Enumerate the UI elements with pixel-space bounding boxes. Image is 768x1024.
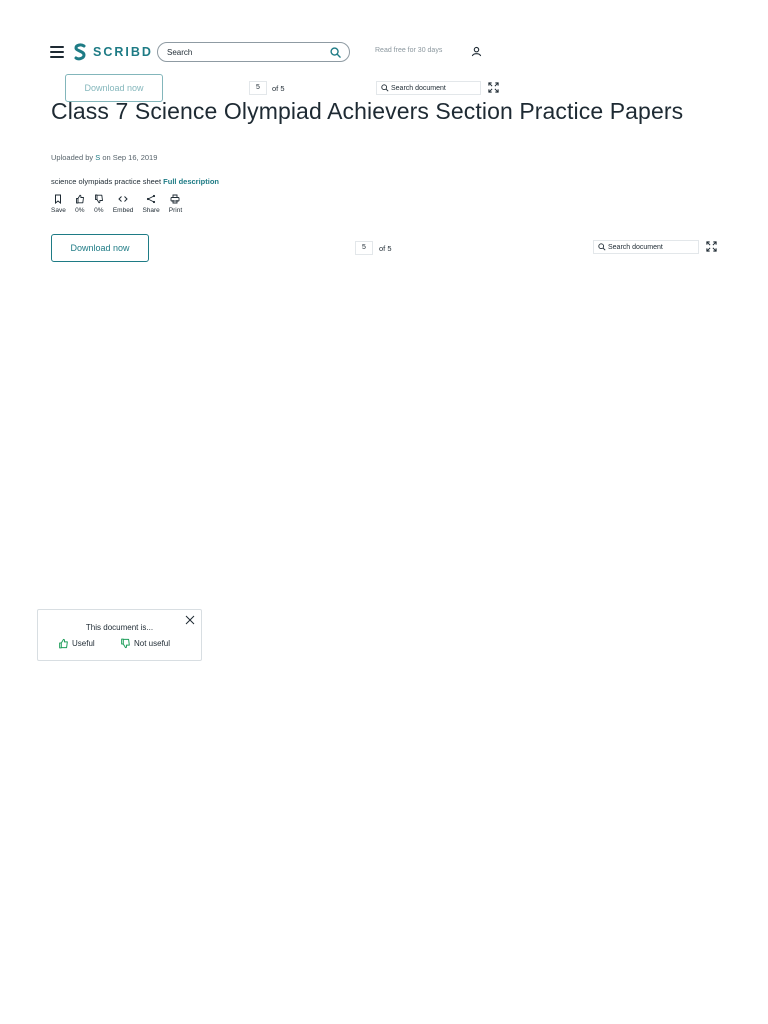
search-document-sticky[interactable]: Search document — [376, 81, 481, 95]
search-document-label: Search document — [608, 243, 663, 251]
document-actions: Save 0% 0% Embed Share Print — [51, 194, 191, 214]
search-icon — [598, 243, 606, 251]
document-description: science olympiads practice sheet Full de… — [51, 177, 219, 186]
search-input[interactable] — [158, 47, 327, 57]
site-search[interactable] — [157, 42, 350, 62]
brand-name: SCRIBD — [93, 45, 153, 59]
search-icon — [381, 84, 389, 92]
thumbs-up-icon — [59, 638, 68, 649]
page-number-input[interactable]: 5 — [355, 241, 373, 255]
save-label: Save — [51, 207, 66, 214]
user-icon[interactable] — [471, 46, 482, 57]
useful-label: Useful — [72, 639, 95, 648]
thumbs-down-icon — [121, 638, 130, 649]
scribd-logo-icon — [74, 43, 86, 61]
uploader-link[interactable]: S — [95, 153, 100, 162]
page-total: of 5 — [379, 244, 392, 253]
save-button[interactable]: Save — [51, 194, 66, 214]
download-button[interactable]: Download now — [51, 234, 149, 262]
page-number-input-sticky[interactable]: 5 — [249, 81, 267, 95]
search-document-label: Search document — [391, 84, 446, 92]
thumbs-up-icon — [75, 194, 84, 204]
fullscreen-icon[interactable] — [706, 241, 717, 252]
feedback-popup: This document is... Useful Not useful — [37, 609, 202, 661]
uploaded-date: on Sep 16, 2019 — [102, 153, 158, 162]
upload-info: Uploaded by S on Sep 16, 2019 — [51, 153, 157, 162]
menu-icon[interactable] — [50, 46, 64, 58]
useful-button[interactable]: Useful — [58, 638, 95, 649]
not-useful-button[interactable]: Not useful — [120, 638, 170, 649]
share-label: Share — [142, 207, 160, 214]
thumbs-down-icon — [94, 194, 103, 204]
bookmark-icon — [55, 194, 62, 204]
embed-label: Embed — [112, 207, 134, 214]
read-free-link[interactable]: Read free for 30 days — [375, 47, 442, 54]
embed-code-icon — [118, 196, 128, 202]
page-total-sticky: of 5 — [272, 84, 285, 93]
downvote-percent: 0% — [94, 207, 104, 214]
print-label: Print — [168, 207, 183, 214]
share-button[interactable]: Share — [142, 194, 160, 214]
feedback-title: This document is... — [85, 623, 154, 632]
search-icon[interactable] — [330, 47, 341, 58]
uploaded-prefix: Uploaded by — [51, 153, 94, 162]
document-title: Class 7 Science Olympiad Achievers Secti… — [51, 98, 684, 124]
print-button[interactable]: Print — [169, 194, 182, 214]
search-document[interactable]: Search document — [593, 240, 699, 254]
share-icon — [147, 194, 156, 204]
full-description-link[interactable]: Full description — [163, 177, 219, 186]
not-useful-label: Not useful — [134, 639, 171, 648]
close-icon[interactable] — [185, 615, 195, 625]
thumbs-up-button[interactable]: 0% — [75, 194, 85, 214]
upvote-percent: 0% — [75, 207, 85, 214]
fullscreen-icon[interactable] — [488, 82, 499, 93]
description-text: science olympiads practice sheet — [51, 177, 162, 186]
thumbs-down-button[interactable]: 0% — [94, 194, 104, 214]
scribd-logo[interactable]: SCRIBD — [72, 43, 153, 61]
print-icon — [171, 194, 180, 204]
embed-button[interactable]: Embed — [112, 194, 134, 214]
